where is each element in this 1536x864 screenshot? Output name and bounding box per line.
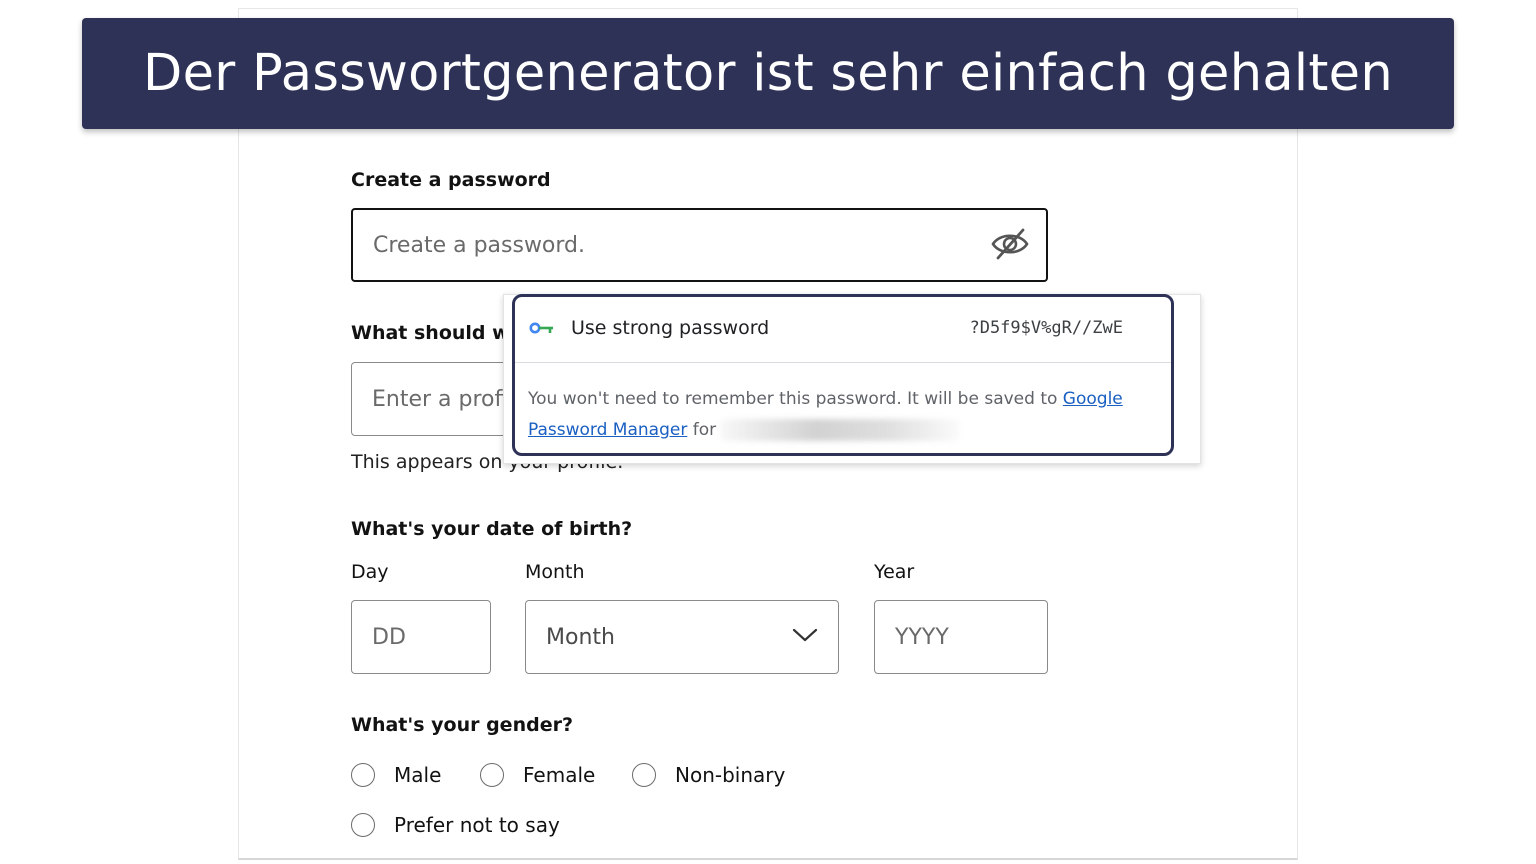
year-label: Year: [874, 561, 915, 583]
day-placeholder: DD: [372, 624, 406, 650]
gender-option-label: Non-binary: [675, 763, 786, 787]
chevron-down-icon: [792, 628, 818, 642]
gender-option-label: Prefer not to say: [394, 813, 560, 837]
month-select[interactable]: Month: [525, 600, 839, 674]
suggested-password: ?D5f9$V%gR//ZwE: [969, 318, 1123, 338]
popup-info: You won't need to remember this password…: [528, 384, 1128, 446]
radio-button[interactable]: [351, 763, 375, 787]
use-strong-password-option[interactable]: Use strong password ?D5f9$V%gR//ZwE: [515, 297, 1171, 361]
radio-button[interactable]: [632, 763, 656, 787]
gender-option-label: Male: [394, 763, 442, 787]
radio-button[interactable]: [351, 813, 375, 837]
gender-label: What's your gender?: [351, 714, 573, 736]
eye-off-icon[interactable]: [990, 226, 1030, 262]
key-icon: [529, 322, 553, 334]
year-input[interactable]: YYYY: [874, 600, 1048, 674]
gender-option-non-binary[interactable]: Non-binary: [632, 763, 785, 787]
month-select-value: Month: [546, 624, 615, 650]
gender-option-male[interactable]: Male: [351, 763, 441, 787]
popup-for-text: for: [692, 420, 717, 440]
gender-option-label: Female: [523, 763, 596, 787]
password-placeholder: Create a password.: [373, 232, 586, 258]
year-placeholder: YYYY: [895, 624, 949, 650]
month-label: Month: [525, 561, 585, 583]
day-label: Day: [351, 561, 389, 583]
caption-banner: Der Passwortgenerator ist sehr einfach g…: [82, 18, 1454, 129]
gender-option-prefer-not-to-say[interactable]: Prefer not to say: [351, 813, 560, 837]
dob-label: What's your date of birth?: [351, 518, 633, 540]
caption-text: Der Passwortgenerator ist sehr einfach g…: [143, 44, 1393, 103]
password-input[interactable]: Create a password.: [351, 208, 1048, 282]
popup-info-text: You won't need to remember this password…: [528, 389, 1058, 409]
radio-button[interactable]: [480, 763, 504, 787]
gender-option-female[interactable]: Female: [480, 763, 595, 787]
password-label: Create a password: [351, 169, 551, 191]
popup-divider: [515, 362, 1171, 363]
use-strong-password-label: Use strong password: [571, 317, 770, 339]
day-input[interactable]: DD: [351, 600, 491, 674]
redacted-account: [720, 419, 961, 441]
